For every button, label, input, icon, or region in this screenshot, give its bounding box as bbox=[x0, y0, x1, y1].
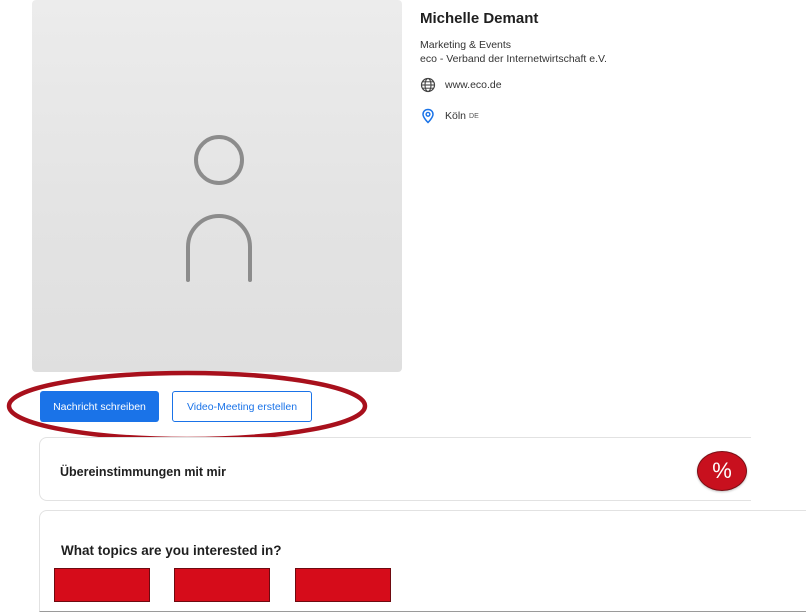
country-code: DE bbox=[469, 112, 479, 120]
profile-page: Michelle Demant Marketing & Events eco -… bbox=[0, 0, 806, 612]
city-text: Köln bbox=[445, 110, 467, 122]
avatar bbox=[32, 0, 402, 372]
person-placeholder-icon bbox=[186, 135, 252, 282]
matches-title: Übereinstimmungen mit mir bbox=[60, 465, 226, 479]
topics-title: What topics are you interested in? bbox=[61, 543, 282, 558]
location-pin-icon bbox=[420, 108, 436, 124]
topic-item-redacted[interactable] bbox=[174, 568, 270, 602]
topics-card: What topics are you interested in? bbox=[39, 510, 806, 612]
topic-item-redacted[interactable] bbox=[295, 568, 391, 602]
topic-item-redacted[interactable] bbox=[54, 568, 150, 602]
website-link[interactable]: www.eco.de bbox=[420, 77, 502, 93]
percent-badge: % bbox=[697, 451, 747, 491]
send-message-button[interactable]: Nachricht schreiben bbox=[40, 391, 159, 422]
profile-organization: eco - Verband der Internetwirtschaft e.V… bbox=[420, 53, 607, 65]
website-text: www.eco.de bbox=[445, 79, 502, 91]
location-line: Köln DE bbox=[420, 108, 479, 124]
profile-name: Michelle Demant bbox=[420, 10, 539, 27]
globe-icon bbox=[420, 77, 436, 93]
create-video-meeting-button[interactable]: Video-Meeting erstellen bbox=[172, 391, 312, 422]
matches-card[interactable]: Übereinstimmungen mit mir % bbox=[39, 437, 751, 501]
profile-role: Marketing & Events bbox=[420, 39, 512, 51]
